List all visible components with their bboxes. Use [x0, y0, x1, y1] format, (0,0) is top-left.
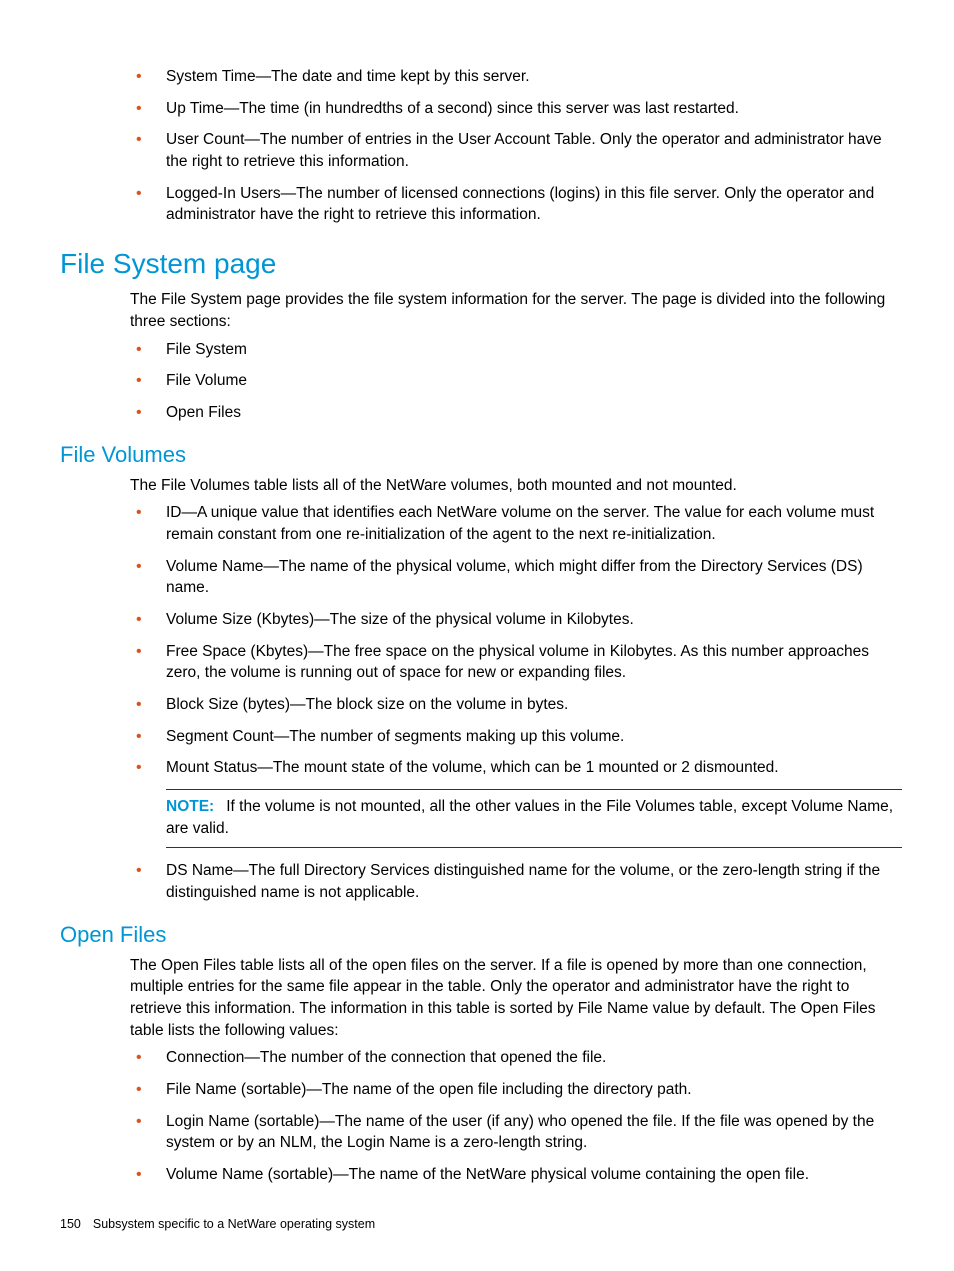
- list-item: Open Files: [130, 402, 902, 424]
- footer-text: Subsystem specific to a NetWare operatin…: [93, 1217, 375, 1231]
- list-item: Login Name (sortable)—The name of the us…: [130, 1111, 902, 1154]
- note-text: If the volume is not mounted, all the ot…: [166, 798, 893, 837]
- top-bullet-list-container: System Time—The date and time kept by th…: [130, 66, 902, 226]
- top-bullet-list: System Time—The date and time kept by th…: [130, 66, 902, 226]
- list-item: Volume Name—The name of the physical vol…: [130, 556, 902, 599]
- fs-bullet-list: File System File Volume Open Files: [130, 339, 902, 424]
- list-item: Mount Status—The mount state of the volu…: [130, 757, 902, 779]
- body-text: The Open Files table lists all of the op…: [130, 955, 902, 1042]
- list-item: Block Size (bytes)—The block size on the…: [130, 694, 902, 716]
- open-bullet-list: Connection—The number of the connection …: [130, 1047, 902, 1185]
- vol-content: The File Volumes table lists all of the …: [130, 475, 902, 904]
- document-page: System Time—The date and time kept by th…: [0, 0, 954, 1271]
- vol-bullet-list: ID—A unique value that identifies each N…: [130, 502, 902, 779]
- list-item: Connection—The number of the connection …: [130, 1047, 902, 1069]
- heading-file-volumes: File Volumes: [60, 440, 902, 471]
- body-text: The File Volumes table lists all of the …: [130, 475, 902, 497]
- note-label: NOTE:: [166, 798, 214, 815]
- vol-bullet-list-continued: DS Name—The full Directory Services dist…: [130, 860, 902, 903]
- open-content: The Open Files table lists all of the op…: [130, 955, 902, 1186]
- page-number: 150: [60, 1217, 81, 1231]
- list-item: Volume Size (Kbytes)—The size of the phy…: [130, 609, 902, 631]
- list-item: Volume Name (sortable)—The name of the N…: [130, 1164, 902, 1186]
- heading-open-files: Open Files: [60, 920, 902, 951]
- body-text: The File System page provides the file s…: [130, 289, 902, 332]
- list-item: Free Space (Kbytes)—The free space on th…: [130, 641, 902, 684]
- list-item: File Name (sortable)—The name of the ope…: [130, 1079, 902, 1101]
- list-item: User Count—The number of entries in the …: [130, 129, 902, 172]
- list-item: Up Time—The time (in hundredths of a sec…: [130, 98, 902, 120]
- fs-content: The File System page provides the file s…: [130, 289, 902, 423]
- list-item: DS Name—The full Directory Services dist…: [130, 860, 902, 903]
- page-footer: 150 Subsystem specific to a NetWare opera…: [60, 1216, 375, 1234]
- list-item: Segment Count—The number of segments mak…: [130, 726, 902, 748]
- list-item: File System: [130, 339, 902, 361]
- note-callout: NOTE:If the volume is not mounted, all t…: [166, 789, 902, 848]
- list-item: File Volume: [130, 370, 902, 392]
- heading-file-system-page: File System page: [60, 244, 902, 283]
- list-item: Logged-In Users—The number of licensed c…: [130, 183, 902, 226]
- list-item: ID—A unique value that identifies each N…: [130, 502, 902, 545]
- list-item: System Time—The date and time kept by th…: [130, 66, 902, 88]
